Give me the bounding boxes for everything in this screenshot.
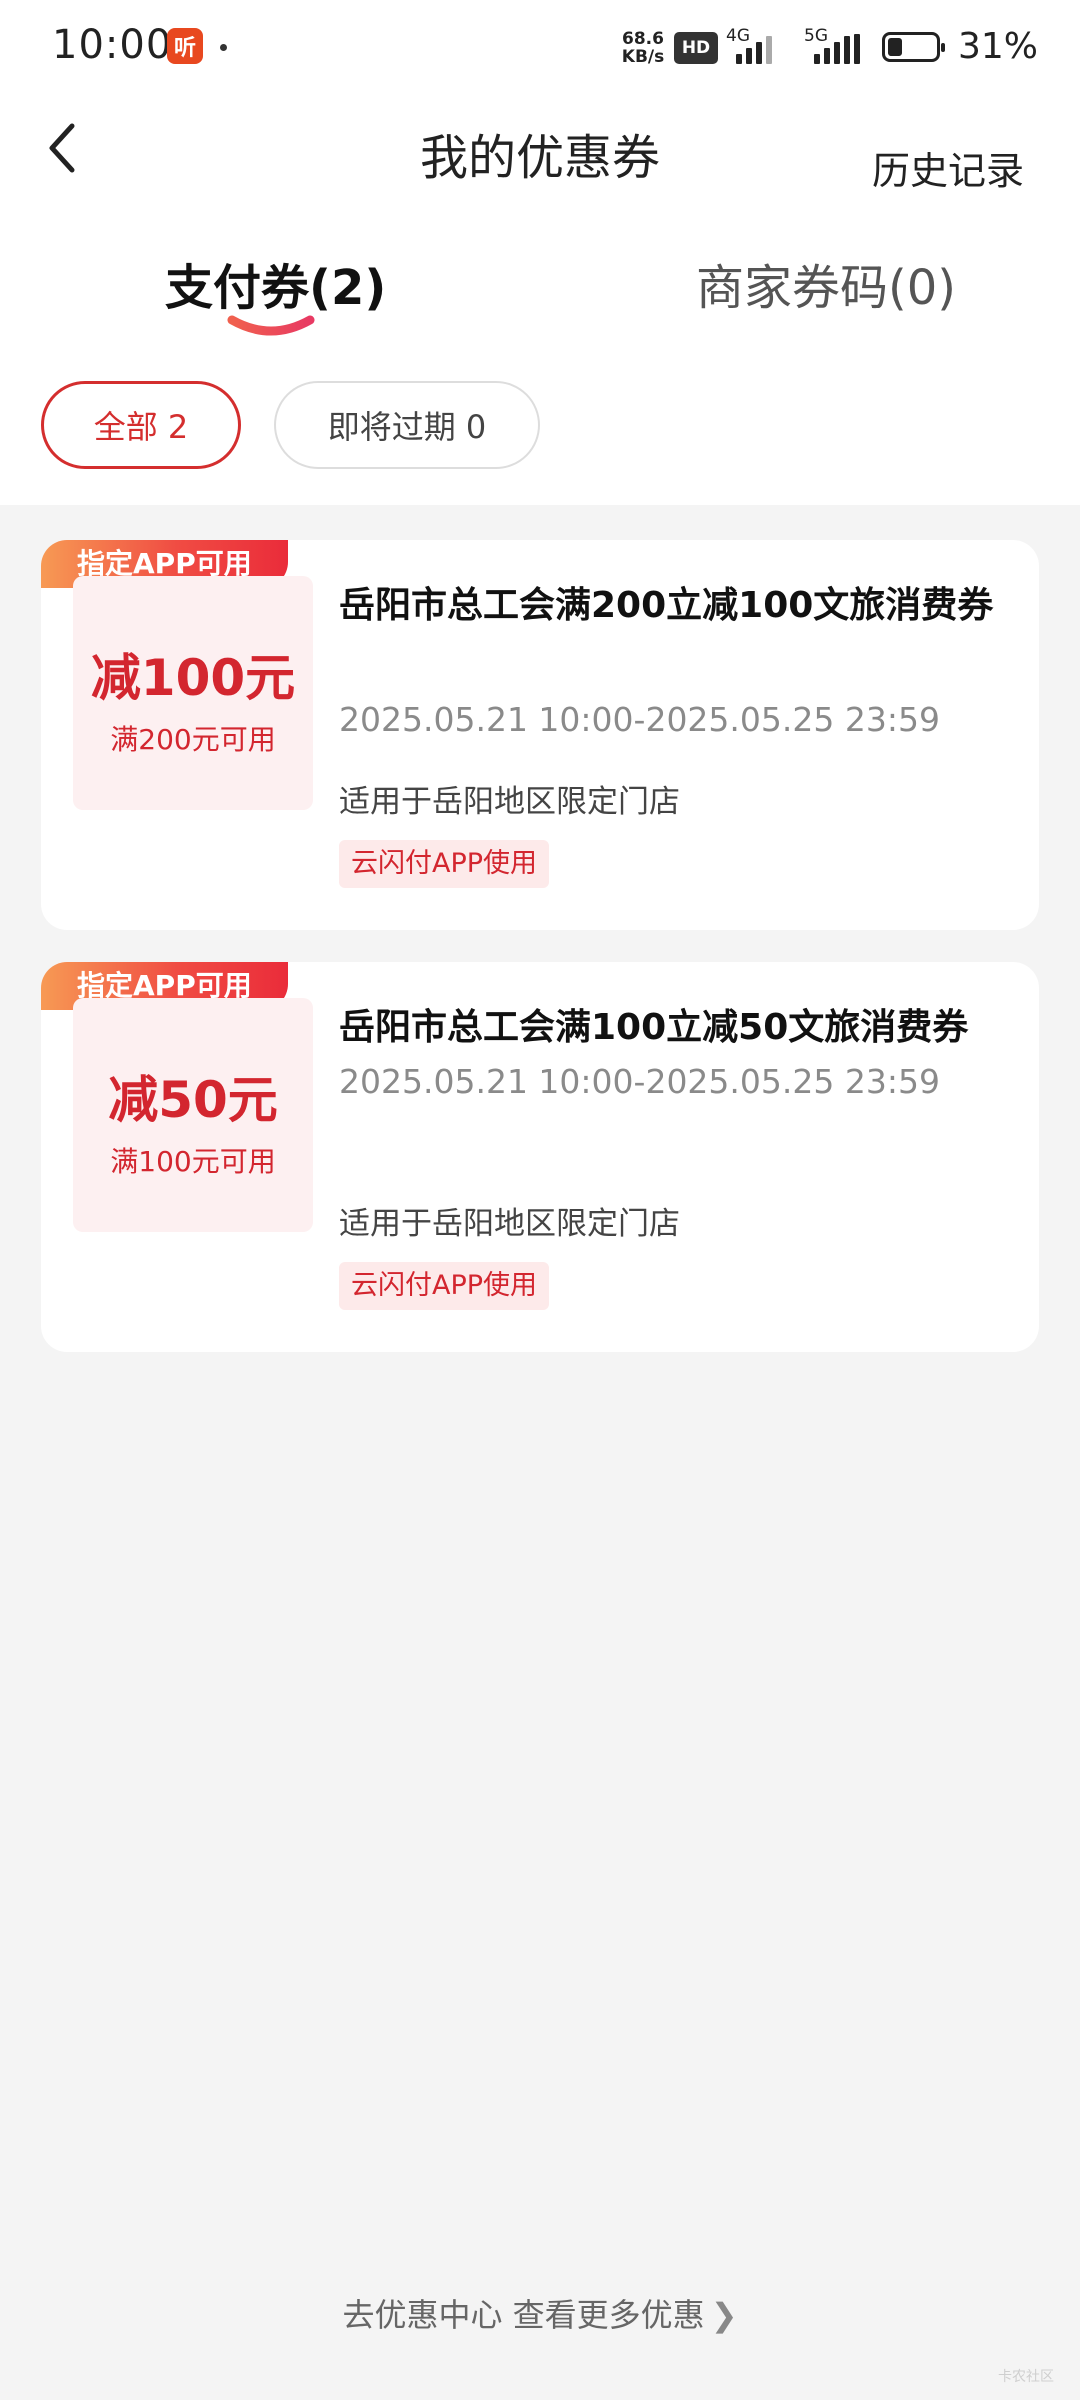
coupon-value-panel: 减50元 满100元可用	[73, 998, 313, 1232]
coupon-value-panel: 减100元 满200元可用	[73, 576, 313, 810]
coupon-app-badge: 云闪付APP使用	[339, 1262, 550, 1310]
filter-expiring-chip[interactable]: 即将过期 0	[274, 381, 540, 469]
history-button[interactable]: 历史记录	[872, 140, 1024, 195]
tab-merchant-codes[interactable]: 商家券码(0)	[696, 248, 956, 318]
coupon-amount: 减50元	[108, 1071, 278, 1129]
coupon-condition: 满100元可用	[110, 1145, 276, 1178]
coupon-condition: 满200元可用	[110, 723, 276, 756]
coupon-card[interactable]: 指定APP可用 减100元 满200元可用 岳阳市总工会满200立减100文旅消…	[41, 540, 1039, 930]
battery-percent: 31%	[958, 26, 1039, 67]
chevron-right-icon: ❯	[710, 2296, 738, 2334]
coupon-amount: 减100元	[90, 649, 296, 707]
status-bar: 10:00 听 68.6 KB/s HD 4G 5G 31%	[0, 0, 1080, 96]
coupon-center-link-label: 去优惠中心 查看更多优惠	[342, 2296, 705, 2334]
app-notification-icon: 听	[167, 28, 203, 64]
coupon-scope: 适用于岳阳地区限定门店	[339, 784, 680, 820]
hd-voice-icon: HD	[674, 32, 718, 64]
watermark: 卡农社区	[998, 2369, 1054, 2385]
network-speed-unit: KB/s	[621, 47, 665, 67]
signal-4g-label: 4G	[726, 26, 750, 46]
filter-all-label: 全部 2	[93, 408, 189, 446]
coupon-center-link[interactable]: 去优惠中心 查看更多优惠 ❯	[0, 2290, 1080, 2336]
network-speed: 68.6 KB/s	[616, 30, 670, 66]
coupon-card[interactable]: 指定APP可用 减50元 满100元可用 岳阳市总工会满100立减50文旅消费券…	[41, 962, 1039, 1352]
battery-icon	[882, 32, 945, 62]
coupon-valid-time: 2025.05.21 10:00-2025.05.25 23:59	[339, 700, 940, 739]
coupon-scope: 适用于岳阳地区限定门店	[339, 1206, 680, 1242]
coupon-title: 岳阳市总工会满100立减50文旅消费券	[339, 1007, 969, 1048]
tab-payment-coupons[interactable]: 支付券(2)	[165, 248, 386, 318]
coupon-title: 岳阳市总工会满200立减100文旅消费券	[339, 585, 994, 626]
active-tab-indicator	[227, 315, 315, 336]
status-time: 10:00	[52, 22, 173, 68]
coupon-valid-time: 2025.05.21 10:00-2025.05.25 23:59	[339, 1062, 940, 1101]
network-speed-value: 68.6	[622, 29, 664, 49]
more-notifications-dot-icon	[220, 44, 227, 51]
signal-5g-label: 5G	[804, 26, 828, 46]
filter-expiring-label: 即将过期 0	[327, 408, 487, 446]
battery-level-fill	[888, 38, 902, 56]
filter-all-chip[interactable]: 全部 2	[41, 381, 241, 469]
coupon-app-badge: 云闪付APP使用	[339, 840, 550, 888]
